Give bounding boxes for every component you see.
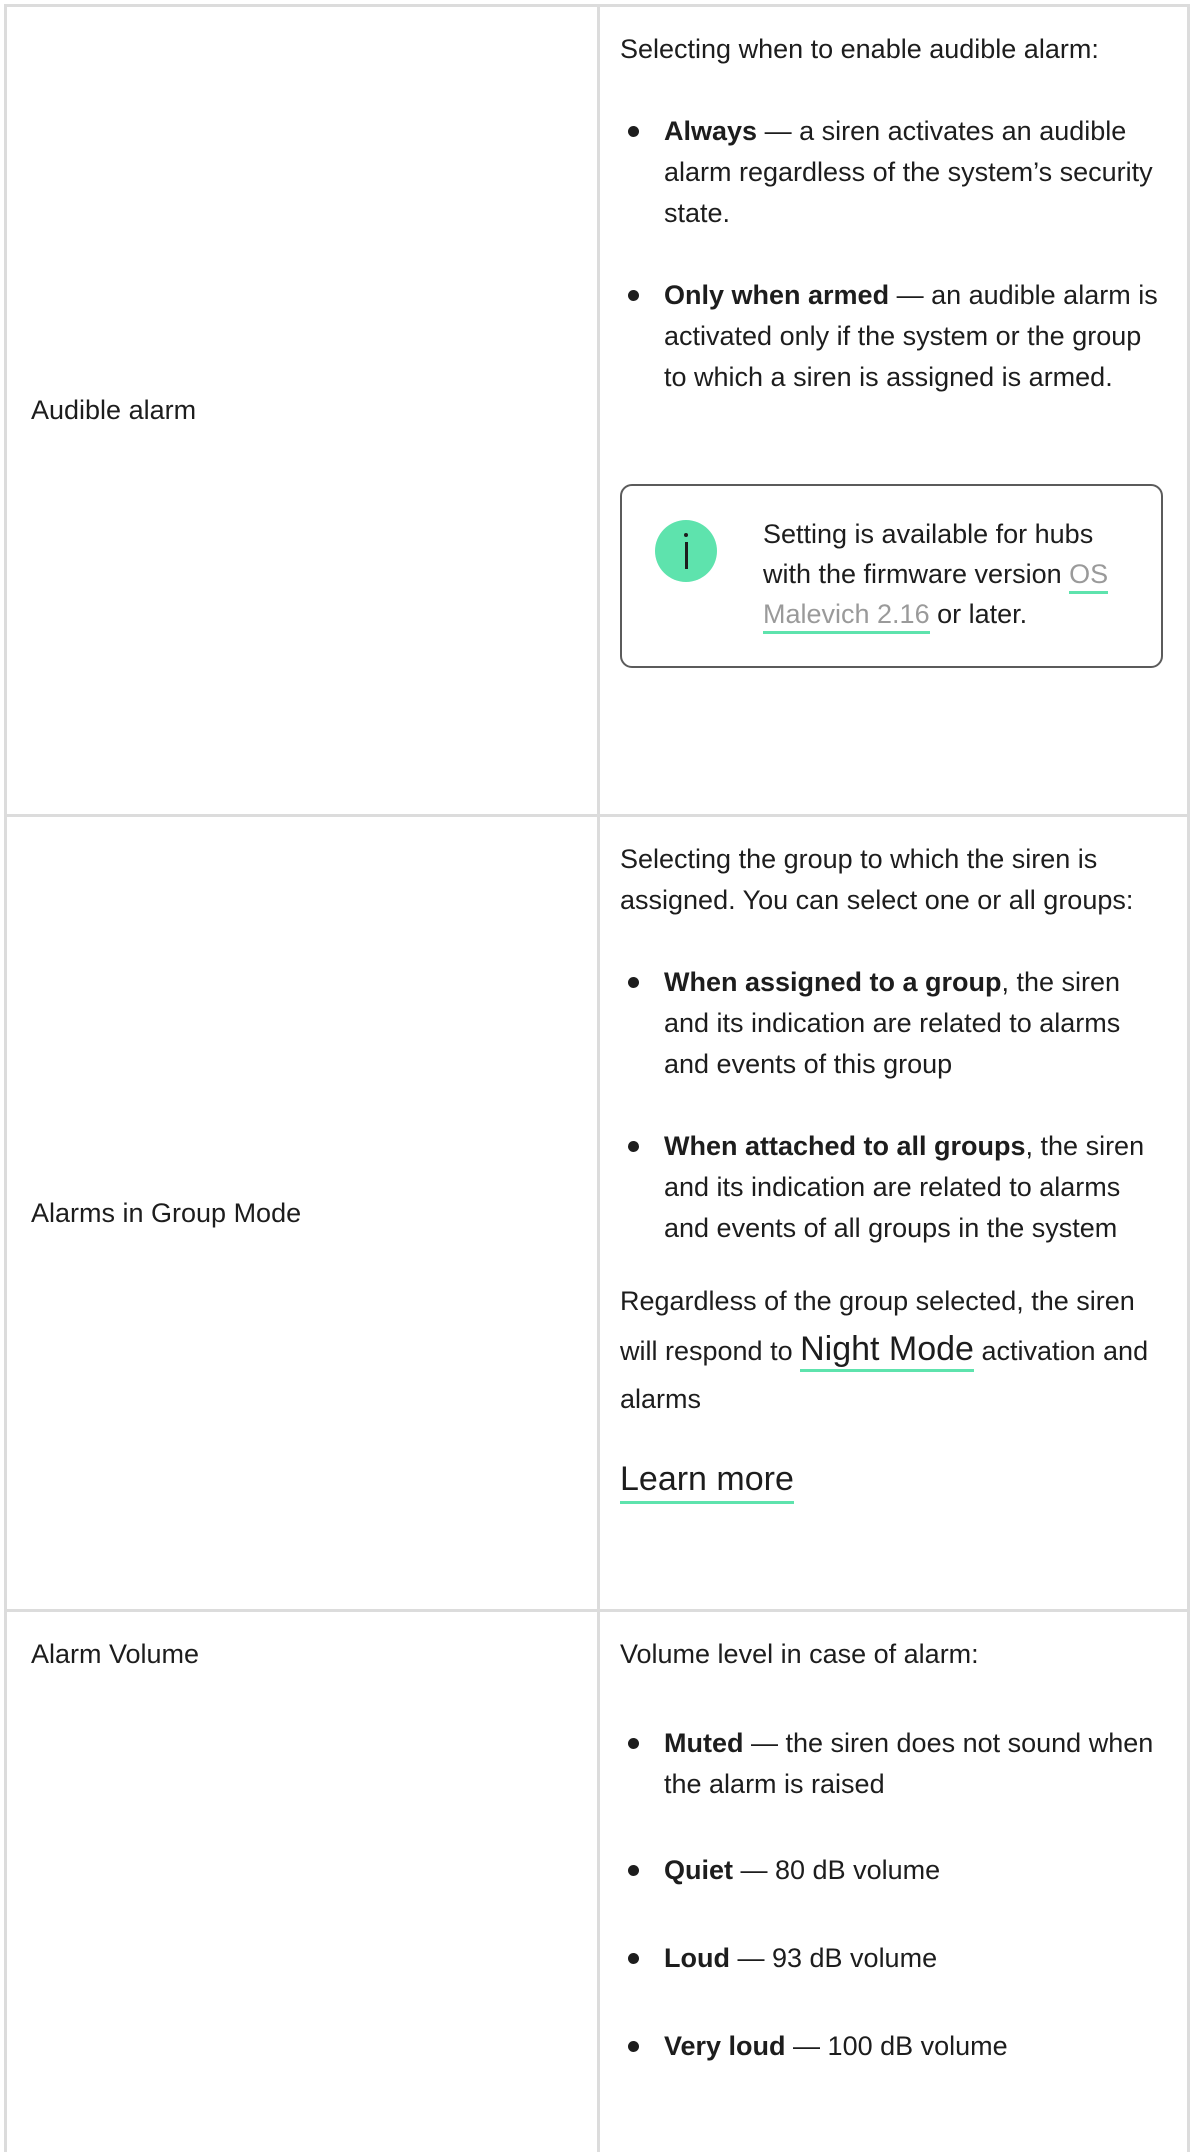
setting-name: Alarms in Group Mode bbox=[31, 1197, 302, 1228]
list-item: Muted — the siren does not sound when th… bbox=[620, 1723, 1163, 1805]
options-list: Always — a siren activates an audible al… bbox=[620, 111, 1163, 398]
list-item: When assigned to a group, the siren and … bbox=[620, 962, 1163, 1085]
list-item: Loud — 93 dB volume bbox=[620, 1938, 1163, 1979]
list-item: Very loud — 100 dB volume bbox=[620, 2026, 1163, 2067]
list-item: Quiet — 80 dB volume bbox=[620, 1850, 1163, 1891]
table-row-alarms-group-mode: Alarms in Group Mode Selecting the group… bbox=[7, 817, 1187, 1612]
option-term: When attached to all groups bbox=[664, 1131, 1026, 1161]
settings-table: Audible alarm Selecting when to enable a… bbox=[4, 4, 1190, 2152]
setting-name: Alarm Volume bbox=[31, 1639, 200, 1669]
option-term: Always bbox=[664, 116, 758, 146]
options-list: When assigned to a group, the siren and … bbox=[620, 962, 1163, 1249]
option-term: Loud bbox=[664, 1943, 730, 1973]
list-item: When attached to all groups, the siren a… bbox=[620, 1126, 1163, 1249]
info-callout: Setting is available for hubs with the f… bbox=[620, 484, 1163, 668]
setting-name-cell: Alarm Volume bbox=[7, 1612, 600, 2152]
info-text: Setting is available for hubs with the f… bbox=[763, 514, 1123, 634]
options-list: Muted — the siren does not sound when th… bbox=[620, 1723, 1163, 2067]
list-item: Only when armed — an audible alarm is ac… bbox=[620, 275, 1163, 398]
info-icon bbox=[655, 520, 717, 582]
table-row-audible-alarm: Audible alarm Selecting when to enable a… bbox=[7, 7, 1187, 817]
night-mode-link[interactable]: Night Mode bbox=[800, 1330, 974, 1372]
description-intro: Selecting when to enable audible alarm: bbox=[620, 34, 1099, 64]
setting-description-cell: Selecting the group to which the siren i… bbox=[600, 817, 1187, 1609]
option-term: When assigned to a group bbox=[664, 967, 1002, 997]
setting-name: Audible alarm bbox=[31, 395, 197, 425]
list-item: Always — a siren activates an audible al… bbox=[620, 111, 1163, 234]
description-intro: Volume level in case of alarm: bbox=[620, 1639, 979, 1669]
setting-description-cell: Selecting when to enable audible alarm: … bbox=[600, 7, 1187, 814]
group-note: Regardless of the group selected, the si… bbox=[620, 1286, 1149, 1414]
setting-description-cell: Volume level in case of alarm: Muted — t… bbox=[600, 1612, 1187, 2152]
option-term: Muted bbox=[664, 1728, 744, 1758]
option-text: — 93 dB volume bbox=[729, 1943, 938, 1973]
description-intro: Selecting the group to which the siren i… bbox=[620, 844, 1134, 915]
option-text: — 100 dB volume bbox=[785, 2031, 1008, 2061]
setting-name-cell: Audible alarm bbox=[7, 7, 600, 814]
table-row-alarm-volume: Alarm Volume Volume level in case of ala… bbox=[7, 1612, 1187, 2152]
option-term: Quiet bbox=[664, 1855, 734, 1885]
setting-name-cell: Alarms in Group Mode bbox=[7, 817, 600, 1609]
learn-more-link[interactable]: Learn more bbox=[620, 1459, 794, 1504]
option-term: Very loud bbox=[664, 2031, 786, 2061]
option-text: — 80 dB volume bbox=[733, 1855, 941, 1885]
option-term: Only when armed bbox=[664, 280, 890, 310]
